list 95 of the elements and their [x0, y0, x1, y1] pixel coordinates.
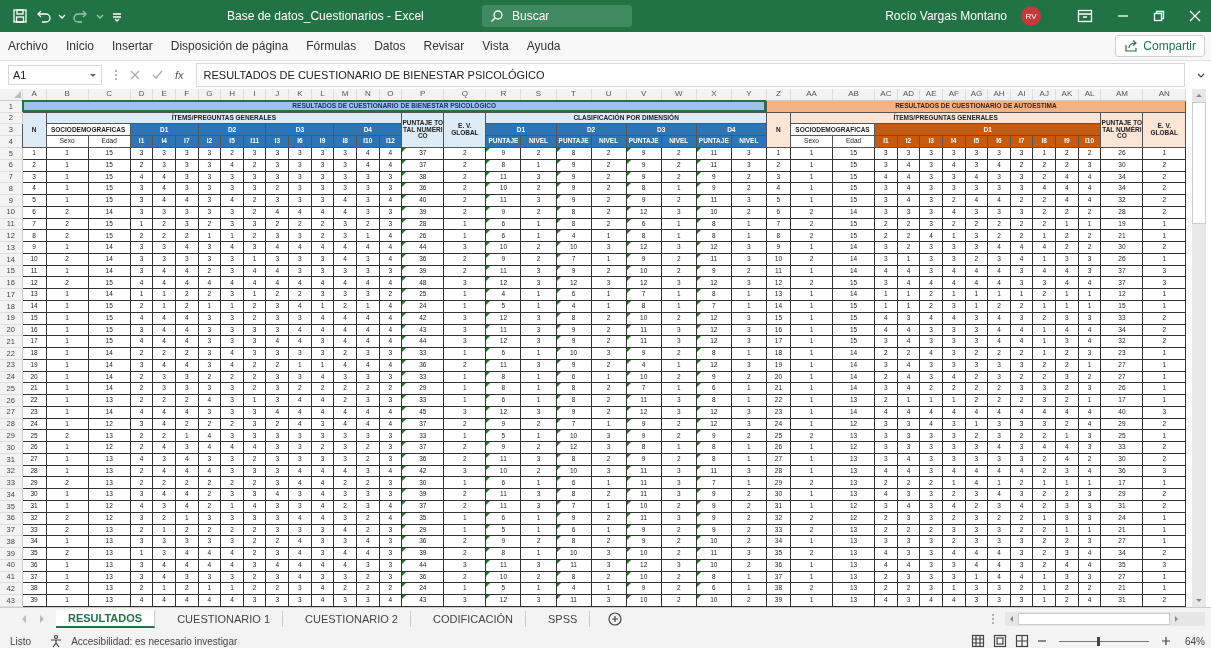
restore-icon[interactable] — [1153, 10, 1165, 22]
status-text: Listo — [10, 635, 32, 647]
column-header[interactable]: AH — [987, 89, 1011, 101]
column-header[interactable]: V — [626, 89, 662, 101]
avatar[interactable]: RV — [1021, 6, 1041, 26]
close-icon[interactable] — [1189, 10, 1201, 22]
column-header[interactable]: Q — [443, 89, 486, 101]
column-header[interactable]: S — [520, 89, 556, 101]
column-header[interactable]: AG — [965, 89, 988, 101]
column-header[interactable]: L — [311, 89, 334, 101]
column-header[interactable]: G — [198, 89, 221, 101]
column-header[interactable]: J — [266, 89, 289, 101]
scroll-thumb[interactable] — [1018, 613, 1170, 625]
menu-item[interactable]: Ayuda — [526, 39, 561, 53]
column-header[interactable]: I — [243, 89, 266, 101]
caret-icon[interactable] — [58, 12, 66, 20]
column-header[interactable]: E — [152, 89, 176, 101]
column-header[interactable]: AD — [897, 89, 920, 101]
scroll-left-icon[interactable] — [1008, 615, 1015, 623]
share-icon — [1124, 39, 1139, 53]
sheet-tab[interactable]: RESULTADOS — [56, 610, 156, 628]
menu-item[interactable]: Vista — [482, 39, 509, 53]
column-header[interactable]: R — [485, 89, 521, 101]
column-header[interactable]: AJ — [1032, 89, 1056, 101]
zoom-in-icon[interactable] — [1161, 636, 1171, 646]
normal-view-icon[interactable] — [971, 634, 985, 648]
column-header[interactable]: AL — [1078, 89, 1101, 101]
vertical-scrollbar[interactable] — [1192, 89, 1206, 607]
column-header[interactable]: N — [356, 89, 380, 101]
column-header[interactable]: AF — [942, 89, 966, 101]
search-field[interactable]: Buscar — [482, 5, 632, 27]
check-icon[interactable] — [152, 70, 163, 80]
more-icon — [991, 613, 995, 625]
accessibility-icon[interactable] — [49, 634, 64, 648]
column-header[interactable]: C — [88, 89, 131, 101]
ribbon-display-icon[interactable] — [1077, 8, 1093, 24]
menu-item[interactable]: Insertar — [112, 39, 153, 53]
customize-icon[interactable] — [111, 10, 123, 22]
menu-item[interactable]: Archivo — [8, 39, 48, 53]
column-header[interactable]: Z — [766, 89, 791, 101]
column-header[interactable]: AA — [790, 89, 833, 101]
sheet-tab[interactable]: CUESTIONARIO 2 — [293, 611, 411, 627]
zoom-level[interactable]: 64% — [1185, 635, 1205, 647]
column-header[interactable]: O — [379, 89, 402, 101]
sheet-tab[interactable]: CODIFICACIÓN — [420, 611, 527, 627]
add-sheet-icon[interactable] — [608, 612, 623, 626]
name-box[interactable]: A1 — [8, 65, 102, 85]
sheet-tab[interactable]: CUESTIONARIO 1 — [165, 611, 284, 627]
scroll-up-icon[interactable] — [1195, 92, 1203, 99]
page-break-icon[interactable] — [1015, 634, 1029, 648]
column-header[interactable]: H — [220, 89, 244, 101]
menu-item[interactable]: Datos — [374, 39, 406, 53]
column-header[interactable]: X — [696, 89, 732, 101]
page-layout-icon[interactable] — [993, 634, 1007, 648]
column-header[interactable]: AI — [1010, 89, 1033, 101]
menu-item[interactable]: Disposición de página — [170, 39, 289, 53]
scroll-thumb[interactable] — [1192, 102, 1206, 224]
search-icon — [490, 9, 504, 23]
column-header[interactable]: B — [46, 89, 89, 101]
column-header[interactable]: D — [130, 89, 153, 101]
column-header[interactable]: A — [22, 89, 47, 101]
horizontal-scrollbar[interactable] — [1005, 612, 1205, 626]
column-header[interactable]: AN — [1142, 89, 1186, 101]
menu-item[interactable]: Fórmulas — [306, 39, 357, 53]
column-header[interactable]: AK — [1055, 89, 1079, 101]
undo-icon[interactable] — [35, 8, 51, 24]
column-header[interactable]: AC — [874, 89, 898, 101]
column-header[interactable]: W — [661, 89, 697, 101]
sheet-tab[interactable]: SPSS — [536, 611, 591, 627]
scroll-right-icon[interactable] — [1173, 615, 1180, 623]
menu-item[interactable]: Revisar — [423, 39, 465, 53]
column-header[interactable]: AE — [919, 89, 943, 101]
column-header[interactable]: M — [333, 89, 357, 101]
menu-item[interactable]: Inicio — [66, 39, 95, 53]
column-header[interactable]: AB — [832, 89, 875, 101]
column-header[interactable]: U — [591, 89, 627, 101]
column-header[interactable]: P — [401, 89, 444, 101]
formula-field[interactable]: RESULTADOS DE CUESTIONARIO DE BIENESTAR PSICOLÓGICO — [195, 63, 1185, 87]
column-header[interactable]: T — [556, 89, 592, 101]
user-name: Rocío Vargas Montano — [885, 9, 1007, 23]
share-button[interactable]: Compartir — [1115, 35, 1205, 57]
caret-icon — [89, 71, 97, 79]
insert-function-button[interactable]: fx — [175, 69, 184, 81]
expand-icon[interactable] — [1197, 71, 1205, 79]
column-header[interactable]: F — [175, 89, 199, 101]
column-header[interactable]: AM — [1100, 89, 1143, 101]
column-header[interactable]: Y — [731, 89, 767, 101]
redo-icon — [73, 8, 89, 24]
column-header[interactable]: K — [288, 89, 312, 101]
accessibility-status[interactable]: Accesibilidad: es necesario investigar — [71, 635, 238, 647]
caret-icon — [96, 12, 104, 20]
window-title: Base de datos_Cuestionarios - Excel — [227, 9, 425, 23]
more-icon — [114, 69, 118, 81]
scroll-down-icon[interactable] — [1195, 597, 1203, 604]
save-icon[interactable] — [12, 8, 28, 24]
